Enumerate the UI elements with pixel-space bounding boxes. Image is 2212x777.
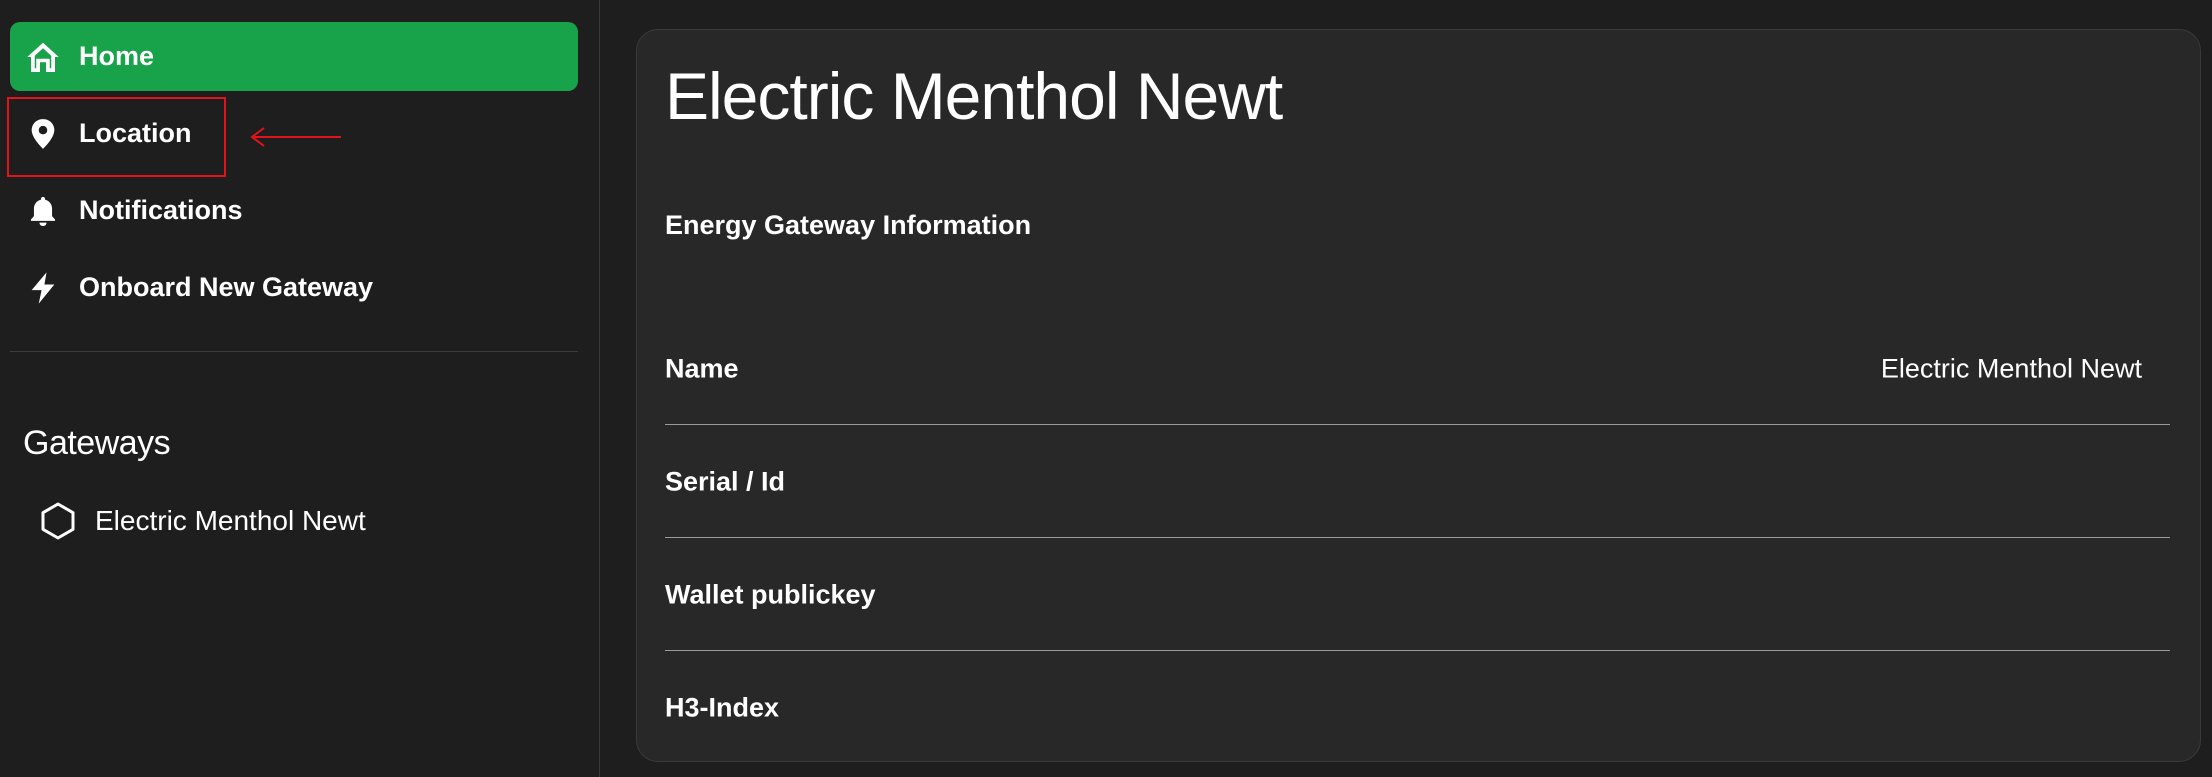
sidebar-divider xyxy=(10,351,578,352)
lightning-bolt-icon xyxy=(24,269,62,307)
info-row-label: H3-Index xyxy=(665,692,780,722)
sidebar-item-label: Home xyxy=(79,41,155,71)
gateways-heading: Gateways xyxy=(23,424,171,462)
sidebar: Home Location Notifications Onboard New … xyxy=(0,0,600,777)
info-row-value: Electric Menthol Newt xyxy=(1880,353,2142,383)
info-row-label: Wallet publickey xyxy=(665,579,876,609)
sidebar-item-notifications[interactable]: Notifications xyxy=(10,176,578,245)
hexagon-icon xyxy=(36,499,80,543)
info-row-name: Name Electric Menthol Newt xyxy=(665,312,2170,425)
sidebar-item-label: Location xyxy=(79,118,192,148)
info-row-label: Name xyxy=(665,353,739,383)
info-row-wallet-publickey: Wallet publickey xyxy=(665,538,2170,651)
gateway-item-label: Electric Menthol Newt xyxy=(95,505,366,536)
gateway-item[interactable]: Electric Menthol Newt xyxy=(36,497,366,545)
info-row-h3-index: H3-Index xyxy=(665,651,2170,764)
sidebar-item-label: Notifications xyxy=(79,195,243,225)
gateway-info-card: Electric Menthol Newt Energy Gateway Inf… xyxy=(636,29,2201,762)
section-title: Energy Gateway Information xyxy=(665,210,1032,240)
sidebar-item-onboard-new-gateway[interactable]: Onboard New Gateway xyxy=(10,253,578,322)
sidebar-item-label: Onboard New Gateway xyxy=(79,272,374,302)
page-title: Electric Menthol Newt xyxy=(665,59,1283,133)
sidebar-item-home[interactable]: Home xyxy=(10,22,578,91)
info-row-serial-id: Serial / Id xyxy=(665,425,2170,538)
home-icon xyxy=(24,38,62,76)
sidebar-item-location[interactable]: Location xyxy=(10,99,578,168)
bell-icon xyxy=(24,192,62,230)
info-row-label: Serial / Id xyxy=(665,466,786,496)
location-pin-icon xyxy=(24,115,62,153)
